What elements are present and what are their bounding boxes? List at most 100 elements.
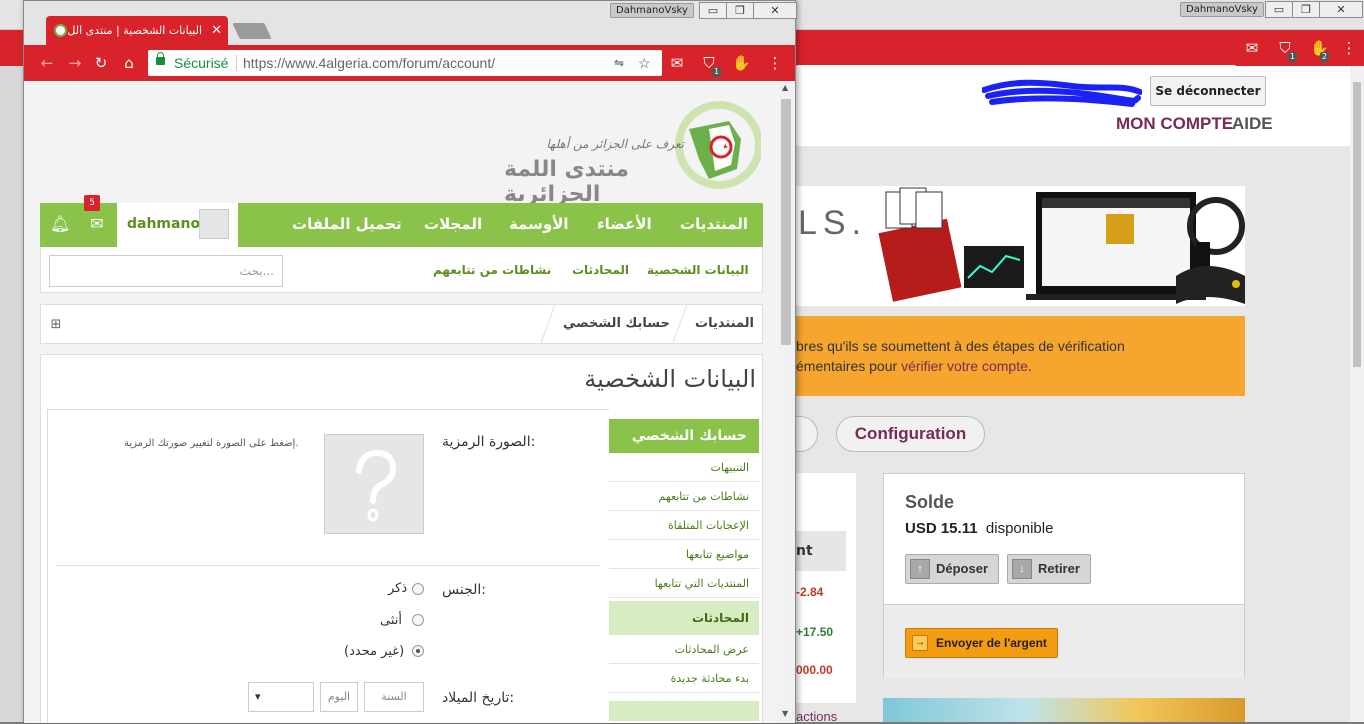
personal-details-form: الصورة الرمزية: إضغط على الصورة لتغيير ص… (47, 409, 609, 723)
gender-unspecified-label[interactable]: (غير محدد) (344, 644, 404, 659)
gender-female-label[interactable]: أنثى (380, 613, 402, 628)
profile-badge[interactable]: DahmanoVsky (1180, 2, 1264, 17)
address-bar[interactable]: Sécurisé https://www.4algeria.com/forum/… (148, 50, 662, 76)
minimize-button[interactable]: ▭ (699, 2, 727, 19)
avatar-picker[interactable] (324, 434, 424, 534)
mail-icon[interactable]: ✉ (88, 215, 106, 233)
restore-button[interactable]: ❐ (726, 2, 754, 19)
gender-unspecified-radio[interactable] (412, 645, 424, 657)
account-content: البيانات الشخصية الصورة الرمزية: إضغط عل… (40, 354, 763, 723)
warning-line-2: émentaires pour vérifier votre compte. (796, 358, 1032, 374)
banner-text: LS. (798, 204, 868, 242)
balance-title: Solde (905, 492, 955, 512)
scroll-down-icon[interactable]: ▼ (782, 709, 788, 718)
sidebar-item-new-conversation[interactable]: بدء محادثة جديدة (609, 664, 759, 693)
birth-year-input[interactable]: السنة (364, 682, 424, 712)
back-scrollbar[interactable] (1350, 66, 1364, 722)
back-arrow-icon[interactable]: ← (38, 54, 56, 72)
nav-my-account[interactable]: MON COMPTE (1116, 114, 1233, 134)
sidebar-item-watched-forums[interactable]: المنتديات التي تتابعها (609, 569, 759, 598)
user-avatar[interactable] (199, 209, 229, 239)
amount-negative: -2.84 (796, 585, 824, 599)
page-title: البيانات الشخصية (584, 365, 756, 393)
breadcrumb: ⊞ حسابك الشخصي المنتديات (40, 304, 763, 345)
forum-logo[interactable]: تعرف على الجزائر من أهلها منتدى اللمة ال… (504, 99, 764, 207)
birth-month-select[interactable]: ▾ (248, 682, 314, 712)
sidebar-item-likes-received[interactable]: الإعجابات المتلقاة (609, 511, 759, 540)
logo-slogan: تعرف على الجزائر من أهلها (546, 137, 684, 151)
question-mark-icon (356, 449, 397, 522)
translate-icon[interactable]: ⇋ (614, 50, 624, 76)
form-divider (56, 565, 600, 566)
new-tab-button[interactable] (232, 23, 272, 39)
verify-account-link[interactable]: vérifier votre compte (901, 358, 1028, 374)
nav-downloads[interactable]: تحميل الملفات (292, 215, 402, 233)
sidebar-item-following-activity[interactable]: نشاطات من تتابعهم (609, 482, 759, 511)
hand-extension-icon[interactable]: ✋ (732, 54, 751, 72)
sidebar-header-conversations[interactable]: المحادثات (609, 601, 759, 635)
sidebar-item-alerts[interactable]: التنبيهات (609, 453, 759, 482)
search-input[interactable]: بحث... (49, 255, 283, 287)
close-button[interactable]: ✕ (753, 2, 797, 19)
sidebar-item-view-conversations[interactable]: عرض المحادثات (609, 635, 759, 664)
gender-male-radio[interactable] (412, 583, 424, 595)
logout-button[interactable]: Se déconnecter (1150, 76, 1266, 106)
scrollbar-thumb[interactable] (1353, 82, 1361, 367)
minimize-button[interactable]: ▭ (1265, 1, 1293, 18)
sitemap-icon[interactable]: ⊞ (47, 316, 65, 334)
reload-icon[interactable]: ↻ (92, 54, 110, 72)
warning-line-1: bres qu'ils se soumettent à des étapes d… (796, 338, 1125, 354)
username[interactable]: dahmano (127, 216, 200, 232)
profile-badge[interactable]: DahmanoVsky (610, 3, 694, 18)
ad-banner[interactable]: LS. (796, 186, 1245, 306)
tab-title: البيانات الشخصية | منتدى الل (67, 24, 202, 37)
scroll-up-icon[interactable]: ▲ (782, 83, 788, 92)
gender-female-radio[interactable] (412, 614, 424, 626)
breadcrumb-forums[interactable]: المنتديات (695, 316, 754, 331)
back-window-controls: ▭ ❐ ✕ (1265, 1, 1363, 19)
tab-account-page[interactable]: البيانات الشخصية | منتدى الل ✕ (46, 16, 228, 45)
secure-label: Sécurisé (174, 55, 229, 71)
menu-kebab-icon[interactable]: ⋮ (1340, 39, 1358, 57)
nav-members[interactable]: الأعضاء (597, 215, 652, 233)
forward-arrow-icon[interactable]: → (66, 54, 84, 72)
deposit-button[interactable]: ↑ Déposer (905, 554, 1000, 584)
avatar-hint: إضغط على الصورة لتغيير صورتك الرمزية. (124, 438, 299, 449)
tab-configuration[interactable]: Configuration (836, 416, 985, 452)
home-icon[interactable]: ⌂ (120, 54, 138, 72)
gender-male-label[interactable]: ذكر (388, 581, 407, 596)
promo-banner[interactable] (883, 698, 1245, 722)
extension-badge: 1 (1288, 52, 1298, 62)
avatar-label: الصورة الرمزية: (442, 434, 536, 450)
mail-icon[interactable]: ✉ (1243, 39, 1261, 57)
amount-total: 000.00 (796, 663, 833, 677)
close-tab-icon[interactable]: ✕ (211, 16, 222, 45)
user-menu[interactable]: dahmano (117, 203, 238, 247)
nav-badges[interactable]: الأوسمة (509, 215, 569, 233)
page-scrollbar[interactable]: ▲ ▼ (778, 81, 795, 723)
nav-forums[interactable]: المنتديات (680, 215, 748, 233)
download-arrow-icon: ↓ (1012, 559, 1032, 579)
nav-magazines[interactable]: المجلات (424, 215, 482, 233)
banner-devices-image (878, 187, 1245, 304)
send-money-button[interactable]: → Envoyer de l'argent (905, 628, 1058, 658)
mail-count-badge: 5 (84, 195, 100, 211)
close-button[interactable]: ✕ (1319, 1, 1363, 18)
bookmark-star-icon[interactable]: ☆ (638, 50, 651, 76)
sidebar-header-account[interactable]: حسابك الشخصي (609, 419, 759, 453)
subnav-conversations[interactable]: المحادثات (572, 263, 629, 277)
bell-icon[interactable]: 🔔︎ (50, 215, 70, 233)
scrollbar-thumb[interactable] (781, 99, 791, 345)
sidebar-item-watched-threads[interactable]: مواضيع تتابعها (609, 540, 759, 569)
account-sidebar: حسابك الشخصي التنبيهات نشاطات من تتابعهم… (609, 419, 759, 723)
subnav-following-activity[interactable]: نشاطات من تتابعهم (433, 263, 551, 277)
mail-icon[interactable]: ✉ (668, 54, 686, 72)
nav-help[interactable]: AIDE (1232, 114, 1273, 134)
breadcrumb-account[interactable]: حسابك الشخصي (563, 316, 670, 331)
withdraw-button[interactable]: ↓ Retirer (1007, 554, 1091, 584)
menu-kebab-icon[interactable]: ⋮ (766, 54, 784, 72)
url-text[interactable]: https://www.4algeria.com/forum/account/ (243, 50, 495, 76)
subnav-personal-details[interactable]: البيانات الشخصية (647, 263, 749, 277)
restore-button[interactable]: ❐ (1292, 1, 1320, 18)
birth-day-input[interactable]: اليوم (320, 682, 358, 712)
